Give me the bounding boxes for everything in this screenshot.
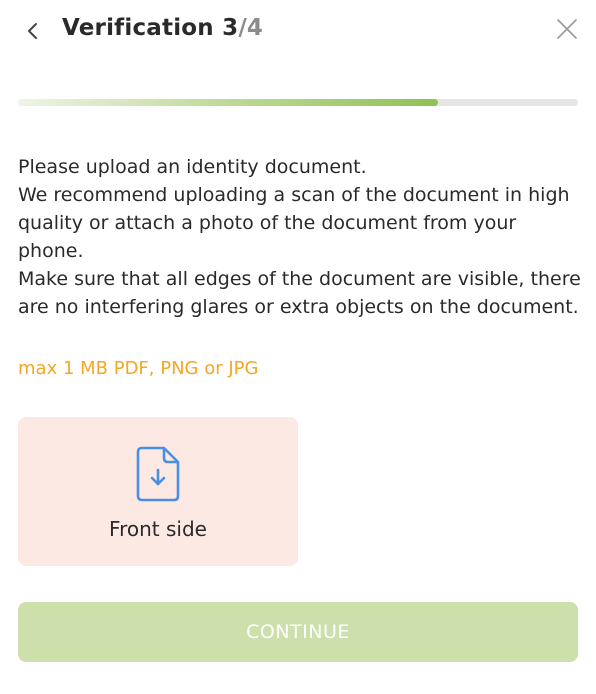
file-requirements-hint: max 1 MB PDF, PNG or JPG xyxy=(18,358,259,379)
upload-label: Front side xyxy=(109,517,207,541)
close-button[interactable] xyxy=(554,16,580,42)
header: Verification 3/4 xyxy=(0,0,596,64)
progress-bar-fill xyxy=(18,99,438,106)
step-total: 4 xyxy=(246,15,264,41)
back-button[interactable] xyxy=(18,16,48,46)
chevron-left-icon xyxy=(28,23,37,39)
step-current: 3 xyxy=(222,15,239,41)
close-icon xyxy=(557,19,577,39)
instructions: Please upload an identity document. We r… xyxy=(18,153,584,321)
front-side-upload[interactable]: Front side xyxy=(18,417,298,566)
file-download-icon xyxy=(136,446,180,502)
title-text: Verification xyxy=(62,15,214,41)
instruction-line-1: Please upload an identity document. xyxy=(18,156,367,178)
continue-button[interactable]: CONTINUE xyxy=(18,602,578,662)
instruction-line-3: Make sure that all edges of the document… xyxy=(18,268,581,318)
step-separator: / xyxy=(238,15,247,41)
instruction-line-2: We recommend uploading a scan of the doc… xyxy=(18,184,570,262)
page-title: Verification 3/4 xyxy=(62,15,263,41)
progress-bar xyxy=(18,99,578,106)
